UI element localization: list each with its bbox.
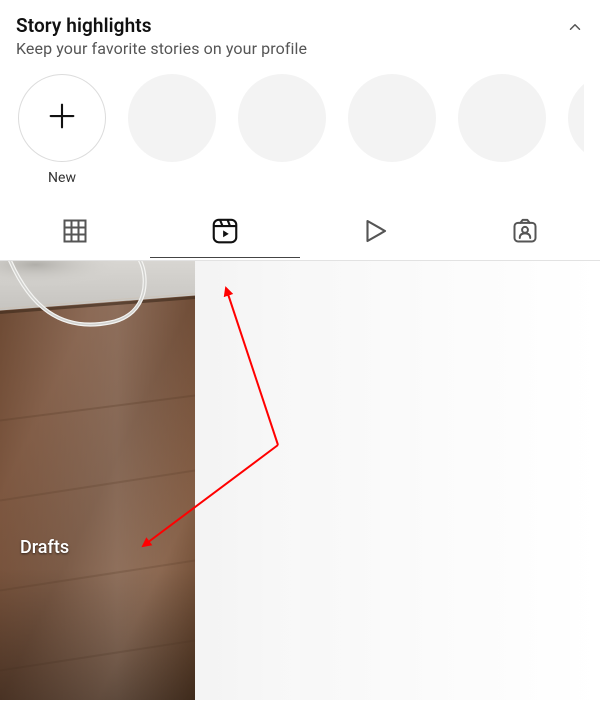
highlight-placeholder bbox=[568, 74, 584, 188]
tab-tagged[interactable] bbox=[450, 206, 600, 260]
story-highlights-header[interactable]: Story highlights Keep your favorite stor… bbox=[16, 14, 584, 58]
story-highlights-subtitle: Keep your favorite stories on your profi… bbox=[16, 39, 307, 58]
story-highlights-section: Story highlights Keep your favorite stor… bbox=[0, 0, 600, 198]
story-highlights-title: Story highlights bbox=[16, 14, 307, 37]
profile-content-tabs bbox=[0, 206, 600, 260]
grid-icon bbox=[61, 217, 89, 249]
tab-video[interactable] bbox=[300, 206, 450, 260]
plus-icon bbox=[45, 99, 79, 137]
reel-drafts-label: Drafts bbox=[0, 537, 69, 700]
reels-icon bbox=[210, 216, 240, 250]
highlight-new[interactable]: New bbox=[18, 74, 106, 188]
highlight-placeholder bbox=[348, 74, 436, 188]
highlight-placeholder-circle bbox=[238, 74, 326, 162]
highlight-placeholder bbox=[238, 74, 326, 188]
tab-posts-grid[interactable] bbox=[0, 206, 150, 260]
highlight-new-label: New bbox=[48, 170, 76, 188]
reel-drafts-tile[interactable]: Drafts bbox=[0, 261, 195, 700]
highlight-placeholder bbox=[128, 74, 216, 188]
highlight-placeholder-circle bbox=[458, 74, 546, 162]
highlight-placeholder-circle bbox=[568, 74, 584, 162]
tab-reels[interactable] bbox=[150, 206, 300, 260]
highlight-placeholder bbox=[458, 74, 546, 188]
play-icon bbox=[360, 216, 390, 250]
story-highlights-row[interactable]: New bbox=[16, 58, 584, 198]
highlight-new-circle[interactable] bbox=[18, 74, 106, 162]
tagged-icon bbox=[511, 217, 539, 249]
chevron-up-icon[interactable] bbox=[566, 18, 584, 40]
reels-grid: Drafts bbox=[0, 260, 600, 700]
highlight-placeholder-circle bbox=[348, 74, 436, 162]
highlight-placeholder-circle bbox=[128, 74, 216, 162]
